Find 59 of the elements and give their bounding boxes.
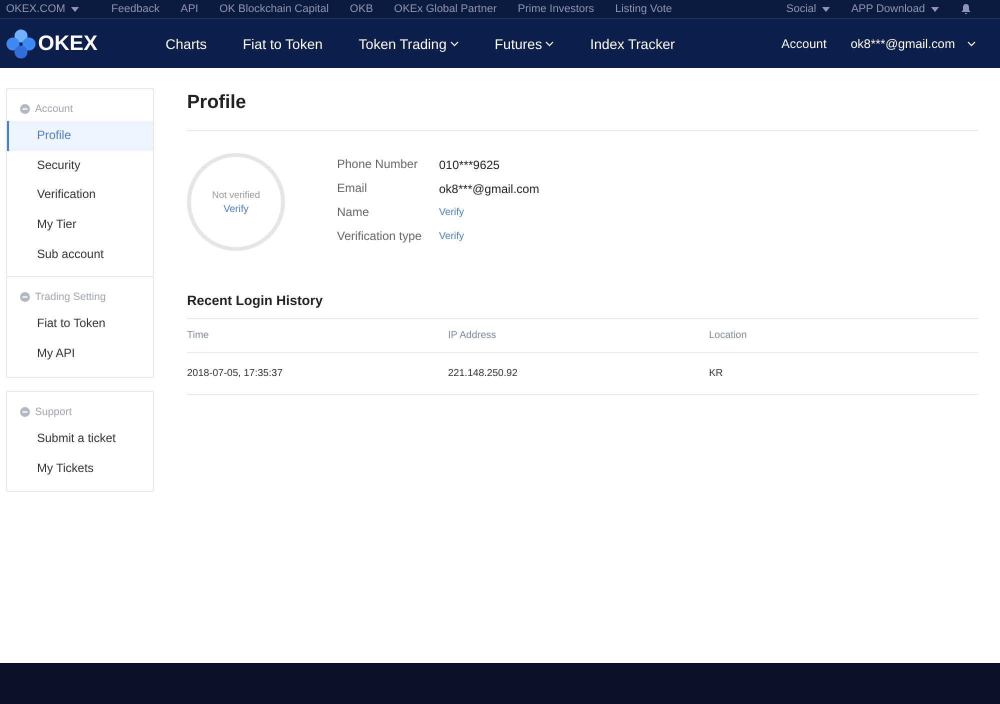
nav-item[interactable]: Index Tracker <box>590 36 675 52</box>
sidebar-item[interactable]: Fiat to Token <box>7 309 153 340</box>
column-header: IP Address <box>448 330 498 341</box>
section-icon <box>20 292 30 302</box>
column-header: Location <box>709 330 748 341</box>
nav-item[interactable]: Charts <box>166 36 207 52</box>
field-value: 010***9625 <box>439 158 501 172</box>
top-link[interactable]: Listing Vote <box>615 3 672 15</box>
section-title: Trading Setting <box>35 291 106 304</box>
table-cell-text: 221.148.250.92 <box>448 368 519 379</box>
section-heading: Recent Login History <box>187 293 324 308</box>
chevron-icon <box>545 40 554 46</box>
section-title: Support <box>35 406 72 418</box>
sidebar-item[interactable]: My Tier <box>7 210 153 240</box>
top-link[interactable]: API <box>180 3 198 15</box>
top-dropdown[interactable]: Social <box>786 3 830 15</box>
top-dropdown[interactable]: APP Download <box>851 3 939 15</box>
field-label: Phone Number <box>337 156 419 173</box>
logo-icon <box>6 28 36 58</box>
table-cell-text: KR <box>709 368 724 379</box>
section-title: Account <box>35 103 73 115</box>
top-link[interactable]: OKB <box>350 3 374 15</box>
caret-icon <box>931 6 939 12</box>
user-menu[interactable]: ok8***@gmail.com <box>850 36 976 50</box>
verify-link[interactable]: Verify <box>439 231 540 242</box>
caret-icon <box>822 6 830 12</box>
section-icon <box>20 406 30 417</box>
column-header: Time <box>187 330 210 341</box>
status-text: Not verified <box>212 190 260 200</box>
field-label: Email <box>337 180 368 197</box>
page-title: Profile <box>187 92 248 114</box>
top-link[interactable]: OKEx Global Partner <box>394 3 497 15</box>
site-link[interactable]: OKEX.COM <box>6 3 80 15</box>
sidebar-item[interactable]: My API <box>7 339 153 369</box>
nav-item[interactable]: Fiat to Token <box>242 36 323 52</box>
sidebar-item[interactable]: My Tickets <box>7 454 153 484</box>
nav-item[interactable]: Futures <box>494 36 554 52</box>
chevron-icon <box>450 40 459 46</box>
sidebar-item[interactable]: Profile <box>7 121 153 151</box>
sidebar-item[interactable]: Sub account <box>7 240 153 270</box>
sidebar-item[interactable]: Security <box>7 150 153 180</box>
caret-icon <box>71 6 80 12</box>
top-link[interactable]: Feedback <box>111 3 160 15</box>
sidebar-item[interactable]: Verification <box>7 180 153 210</box>
top-link[interactable]: Prime Investors <box>518 3 594 15</box>
account-link[interactable]: Account <box>781 36 827 50</box>
sidebar-item[interactable]: Submit a ticket <box>7 424 153 454</box>
top-link[interactable]: OK Blockchain Capital <box>219 3 329 15</box>
section-icon <box>20 104 30 114</box>
table-cell-text: 2018-07-05, 17:35:37 <box>187 368 284 379</box>
bell-icon <box>960 3 972 15</box>
nav-item[interactable]: Token Trading <box>358 36 459 52</box>
field-value: ok8***@gmail.com <box>439 182 540 196</box>
chevron-icon <box>967 40 976 46</box>
logo-text: OKEX <box>38 32 98 56</box>
verify-link[interactable]: Verify <box>439 207 540 218</box>
field-label: Verification type <box>337 228 423 245</box>
verify-link[interactable]: Verify <box>223 204 248 214</box>
field-label: Name <box>337 204 370 221</box>
